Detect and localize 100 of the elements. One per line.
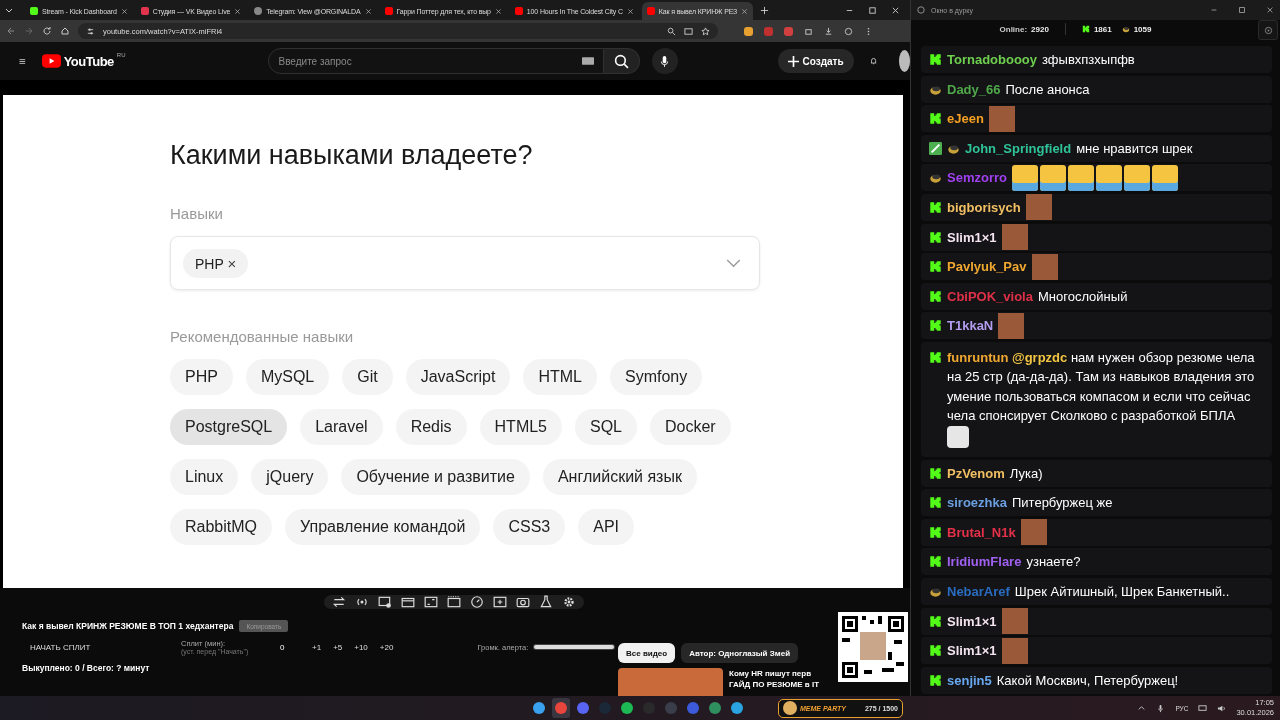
star-icon[interactable] — [701, 26, 710, 36]
skill-chip[interactable]: RabbitMQ — [170, 509, 273, 545]
search-field[interactable]: Введите запрос — [267, 48, 604, 74]
film-strip-icon[interactable] — [447, 595, 461, 609]
skill-chip[interactable]: Английский язык — [542, 459, 697, 495]
skill-chip[interactable]: jQuery — [251, 459, 329, 495]
chevron-up-icon[interactable] — [1137, 703, 1147, 713]
extension-icon[interactable] — [744, 26, 753, 36]
home-icon[interactable] — [60, 26, 70, 36]
close-icon[interactable] — [494, 7, 502, 15]
username[interactable]: Slim1×1 — [947, 613, 997, 629]
site-settings-icon[interactable] — [86, 26, 95, 36]
skill-chip[interactable]: Управление командой — [285, 509, 481, 545]
close-icon[interactable] — [891, 5, 900, 15]
username[interactable]: NebarAref — [947, 583, 1010, 599]
close-icon[interactable] — [120, 7, 128, 15]
username[interactable]: Brutal_N1k — [947, 524, 1016, 540]
username[interactable]: Tornadoboooy — [947, 52, 1038, 67]
username[interactable]: funruntun — [947, 349, 1009, 365]
microphone-icon[interactable] — [1156, 703, 1166, 713]
username[interactable]: eJeen — [947, 111, 984, 127]
skill-chip[interactable]: CSS3 — [493, 509, 566, 545]
video-title[interactable]: ГАЙД ПО РЕЗЮМЕ в IT — [729, 679, 820, 690]
puzzle-icon[interactable] — [804, 26, 813, 36]
search-button[interactable] — [603, 48, 640, 74]
youtube-logo[interactable]: YouTube $^{RU}$ — [41, 53, 126, 69]
skill-chip[interactable]: Redis — [395, 409, 467, 445]
skill-chip[interactable]: SQL — [575, 409, 637, 445]
skill-chip[interactable]: Обучение и развитие — [341, 459, 530, 495]
start-split-button[interactable]: НАЧАТЬ СПЛИТ — [22, 642, 104, 652]
filter-chip[interactable]: Автор: Одноглазый Змей — [681, 643, 799, 663]
username[interactable]: siroezhka — [947, 495, 1007, 511]
skill-chip[interactable]: API — [578, 509, 634, 545]
profile-icon[interactable] — [844, 26, 853, 36]
skill-chip[interactable]: MySQL — [245, 359, 330, 395]
username[interactable]: IridiumFlare — [947, 554, 1022, 570]
thumbnail-placeholder[interactable] — [618, 668, 723, 696]
username[interactable]: PzVenom — [947, 465, 1005, 481]
create-button[interactable]: Создать — [777, 49, 854, 73]
username[interactable]: T1kkaN — [947, 318, 994, 334]
skill-chip[interactable]: Laravel — [300, 409, 383, 445]
speaker-icon[interactable] — [1217, 703, 1227, 713]
back-icon[interactable] — [6, 26, 16, 36]
increment-button[interactable]: +5 — [333, 642, 343, 652]
username[interactable]: John_Springfield — [965, 140, 1072, 156]
extension-icon[interactable] — [784, 26, 793, 36]
close-icon[interactable] — [1266, 6, 1274, 14]
increment-button[interactable]: +10 — [354, 642, 368, 652]
add-screen-icon[interactable] — [493, 595, 507, 609]
keyboard-icon[interactable] — [581, 57, 594, 65]
repeat-icon[interactable] — [332, 595, 346, 609]
skill-chip[interactable]: Linux — [170, 459, 239, 495]
skill-tag[interactable]: PHP × — [183, 248, 249, 278]
username[interactable]: senjin5 — [947, 672, 992, 688]
skill-chip[interactable]: HTML5 — [479, 409, 562, 445]
clapperboard-icon[interactable] — [401, 595, 415, 609]
video-title[interactable]: Кому HR пишут перв — [729, 668, 820, 679]
username[interactable]: Semzorro — [947, 170, 1007, 186]
skill-chip[interactable]: JavaScript — [405, 359, 511, 395]
username[interactable]: Slim1×1 — [947, 643, 997, 659]
chevron-down-icon[interactable] — [726, 258, 741, 268]
settings-icon[interactable] — [562, 595, 576, 609]
skill-chip[interactable]: HTML — [523, 359, 597, 395]
username[interactable]: Dady_66 — [947, 81, 1001, 97]
close-icon[interactable] — [364, 7, 372, 15]
username[interactable]: CbiPOK_viola — [947, 288, 1033, 304]
microphone-button[interactable] — [651, 48, 678, 74]
avatar[interactable] — [898, 50, 910, 72]
settings-button[interactable] — [1258, 20, 1278, 40]
increment-button[interactable]: +1 — [312, 642, 322, 652]
download-icon[interactable] — [824, 26, 833, 36]
username[interactable]: bigborisych — [947, 199, 1021, 215]
speedometer-icon[interactable] — [470, 595, 484, 609]
skills-select-field[interactable]: PHP × — [170, 236, 760, 290]
reload-icon[interactable] — [42, 26, 52, 36]
mention-link[interactable]: @grpzdc — [1012, 349, 1068, 365]
close-icon[interactable] — [626, 7, 634, 15]
filter-chip[interactable]: Все видео — [618, 643, 676, 663]
flask-icon[interactable] — [539, 595, 553, 609]
close-icon[interactable] — [234, 7, 242, 15]
skill-chip[interactable]: Git — [342, 359, 393, 395]
frame-icon[interactable] — [424, 595, 438, 609]
skill-chip[interactable]: PostgreSQL — [170, 409, 288, 445]
cast-icon[interactable] — [684, 26, 693, 36]
camera-icon[interactable] — [516, 595, 530, 609]
skill-chip[interactable]: Docker — [650, 409, 731, 445]
increment-button[interactable]: +20 — [379, 642, 394, 652]
split-value[interactable]: 0 — [280, 642, 300, 652]
maximize-icon[interactable] — [868, 5, 877, 15]
monitor-icon[interactable] — [1198, 703, 1208, 713]
alert-volume-slider[interactable] — [533, 644, 616, 650]
maximize-icon[interactable] — [1238, 6, 1246, 14]
online-count: 2920 — [1031, 24, 1049, 34]
zoom-icon[interactable] — [667, 26, 676, 36]
plus-icon[interactable] — [760, 5, 770, 15]
skill-chip[interactable]: PHP — [170, 359, 233, 395]
close-icon[interactable] — [741, 7, 749, 15]
username[interactable]: Pavlyuk_Pav — [947, 259, 1027, 275]
username[interactable]: Slim1×1 — [947, 229, 997, 245]
skill-chip[interactable]: Symfony — [609, 359, 703, 395]
